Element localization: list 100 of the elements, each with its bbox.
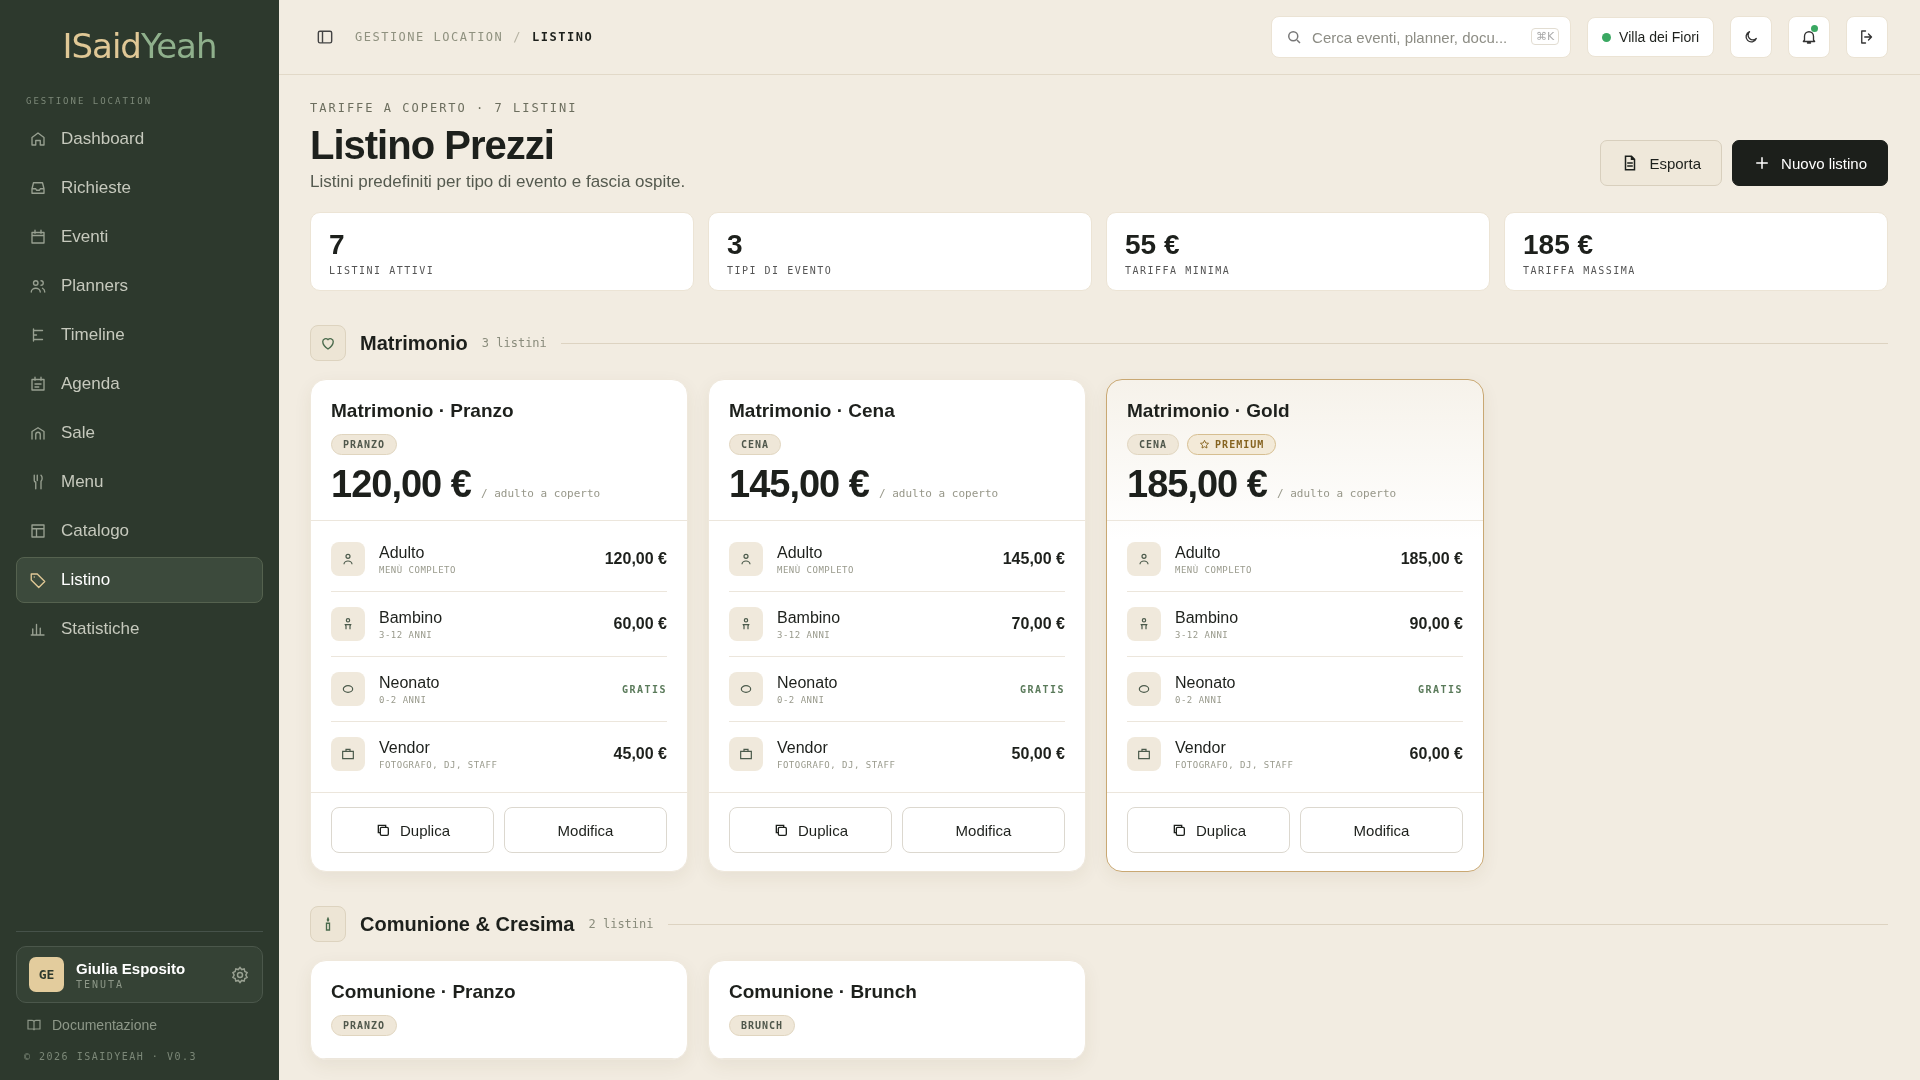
edit-button[interactable]: Modifica: [504, 807, 667, 853]
export-button[interactable]: Esporta: [1600, 140, 1723, 186]
guest-type-note: 3-12 ANNI: [1175, 629, 1230, 640]
tag-icon: [29, 571, 47, 589]
nav-item[interactable]: Catalogo: [16, 508, 263, 554]
guest-type: Bambino: [379, 608, 444, 627]
stat-label: LISTINI ATTIVI: [329, 265, 436, 276]
guest-type-note: MENÙ COMPLETO: [1175, 564, 1253, 575]
row-price: 60,00 €: [613, 615, 667, 633]
logout-button[interactable]: [1846, 16, 1888, 58]
stat-value: 7: [329, 229, 346, 261]
section-label: GESTIONE LOCATION: [25, 95, 154, 108]
page-subtitle: Listini predefiniti per tipo di evento e fascia ospite.: [310, 172, 686, 192]
guest-type-note: FOTOGRAFO, DJ, STAFF: [777, 759, 897, 770]
guest-type: Neonato: [777, 673, 839, 692]
layout-icon: [29, 522, 47, 540]
tag: PRANZO: [331, 1015, 398, 1036]
briefcase-icon: [729, 737, 763, 771]
row-price: 60,00 €: [1409, 745, 1463, 763]
price: 185,00 €: [1127, 463, 1267, 506]
person-icon: [729, 542, 763, 576]
book-icon: [26, 1017, 42, 1033]
guest-type: Neonato: [379, 673, 441, 692]
price-unit: / adulto a coperto: [480, 487, 601, 500]
nav-item[interactable]: Planners: [16, 263, 263, 309]
briefcase-icon: [1127, 737, 1161, 771]
nav-item[interactable]: Menu: [16, 459, 263, 505]
row-price: 120,00 €: [604, 550, 667, 568]
child-icon: [1127, 607, 1161, 641]
shortcut-hint: ⌘K: [1530, 28, 1560, 45]
nav-item[interactable]: Eventi: [16, 214, 263, 260]
guest-type: Adulto: [777, 543, 824, 562]
theme-toggle[interactable]: [1730, 16, 1772, 58]
child-icon: [331, 607, 365, 641]
duplicate-button[interactable]: Duplica: [331, 807, 494, 853]
building-icon: [29, 424, 47, 442]
guest-type: Adulto: [379, 543, 426, 562]
docs-link[interactable]: Documentazione: [16, 1003, 263, 1043]
page-title: Listino Prezzi: [310, 123, 555, 168]
user-role: TENUTA: [76, 978, 126, 990]
nav-item[interactable]: Sale: [16, 410, 263, 456]
stat-label: TIPI DI EVENTO: [727, 265, 834, 276]
guest-type-note: 3-12 ANNI: [379, 629, 434, 640]
guest-type-note: 0-2 ANNI: [1175, 694, 1224, 705]
person-icon: [331, 542, 365, 576]
price-unit: / adulto a coperto: [878, 487, 999, 500]
row-price: 50,00 €: [1011, 745, 1065, 763]
duplicate-button[interactable]: Duplica: [729, 807, 892, 853]
tag: PREMIUM: [1187, 434, 1277, 455]
guest-type-note: MENÙ COMPLETO: [379, 564, 457, 575]
edit-button[interactable]: Modifica: [902, 807, 1065, 853]
guest-type-note: MENÙ COMPLETO: [777, 564, 855, 575]
notifications-button[interactable]: [1788, 16, 1830, 58]
page-eyebrow: TARIFFE A COPERTO · 7 LISTINI: [310, 101, 579, 115]
tag: CENA: [1127, 434, 1180, 455]
card-title: Comunione · Pranzo: [331, 981, 517, 1003]
nav-item[interactable]: Richieste: [16, 165, 263, 211]
row-price: 185,00 €: [1400, 550, 1463, 568]
nav-item[interactable]: Agenda: [16, 361, 263, 407]
guest-type-note: 3-12 ANNI: [777, 629, 832, 640]
guest-type-note: FOTOGRAFO, DJ, STAFF: [379, 759, 499, 770]
guest-type: Vendor: [1175, 738, 1227, 757]
home-icon: [29, 130, 47, 148]
card-title: Matrimonio · Pranzo: [331, 400, 515, 422]
user-card[interactable]: GE Giulia Esposito TENUTA: [16, 946, 263, 1003]
copy-icon: [375, 822, 391, 838]
sidebar-toggle-icon[interactable]: [315, 27, 335, 47]
new-list-button[interactable]: Nuovo listino: [1732, 140, 1888, 186]
briefcase-icon: [331, 737, 365, 771]
section-count: 2 listini: [588, 917, 654, 931]
stat-label: TARIFFA MINIMA: [1125, 265, 1232, 276]
nav-item[interactable]: Statistiche: [16, 606, 263, 652]
guest-type-note: 0-2 ANNI: [379, 694, 428, 705]
agenda-icon: [29, 375, 47, 393]
nav-item[interactable]: Dashboard: [16, 116, 263, 162]
guest-type-note: FOTOGRAFO, DJ, STAFF: [1175, 759, 1295, 770]
card-title: Comunione · Brunch: [729, 981, 918, 1003]
nav-item[interactable]: Listino: [16, 557, 263, 603]
edit-button[interactable]: Modifica: [1300, 807, 1463, 853]
inbox-icon: [29, 179, 47, 197]
free-label: GRATIS: [1019, 683, 1065, 695]
guest-type: Vendor: [777, 738, 829, 757]
bell-icon: [1800, 28, 1818, 46]
settings-icon[interactable]: [230, 964, 250, 985]
copy-icon: [1171, 822, 1187, 838]
nav-item[interactable]: Timeline: [16, 312, 263, 358]
row-price: 45,00 €: [613, 745, 667, 763]
section-title: Matrimonio: [360, 331, 468, 355]
people-icon: [29, 277, 47, 295]
duplicate-button[interactable]: Duplica: [1127, 807, 1290, 853]
section-title: Comunione & Cresima: [360, 912, 575, 936]
stat-value: 55 €: [1125, 229, 1181, 261]
stat-value: 3: [727, 229, 744, 261]
breadcrumb-item: LISTINO: [532, 30, 594, 44]
user-name: Giulia Esposito: [76, 959, 187, 977]
row-price: 145,00 €: [1002, 550, 1065, 568]
logo: ISaidYeah: [61, 25, 218, 68]
venue-selector[interactable]: Villa dei Fiori: [1587, 17, 1714, 57]
candle-icon: [310, 906, 346, 942]
person-icon: [1127, 542, 1161, 576]
